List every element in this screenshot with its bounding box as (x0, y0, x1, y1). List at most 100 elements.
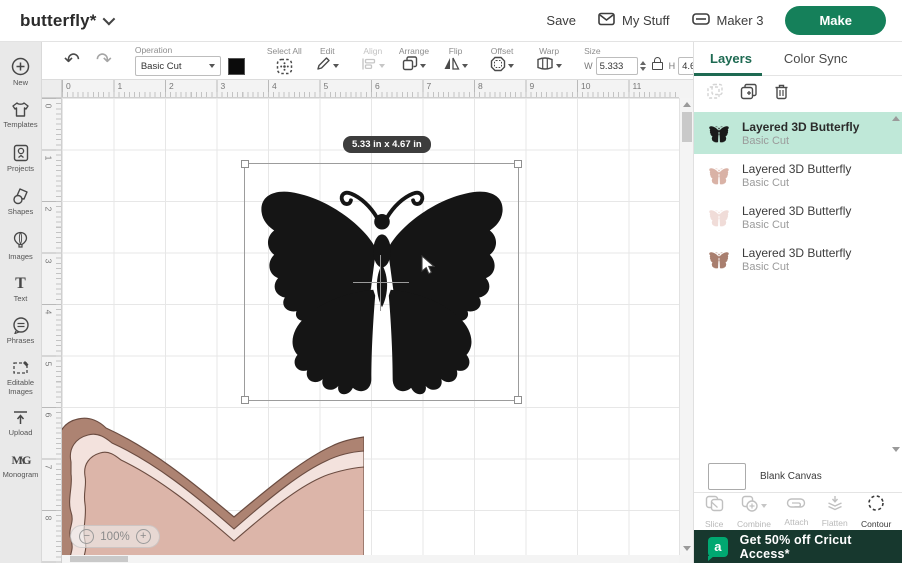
select-all-group[interactable]: Select All (260, 46, 309, 75)
attach-button: Attach (784, 496, 808, 527)
arrange-layers-icon (402, 56, 418, 76)
sidebar-label: New (12, 78, 28, 87)
warp-group[interactable]: Warp (529, 46, 569, 75)
ruler-label: 7 (43, 464, 54, 469)
combine-icon (741, 495, 759, 517)
width-label: W (584, 61, 593, 71)
design-canvas[interactable]: 5.33 in x 4.67 in − 100% + (62, 98, 679, 555)
scroll-down-arrow[interactable] (683, 546, 691, 551)
flip-icon (443, 56, 460, 76)
canvas-color-swatch[interactable] (708, 462, 746, 490)
contour-label: Contour (861, 519, 892, 529)
offset-group[interactable]: Offset (483, 46, 521, 75)
chevron-down-icon (462, 64, 469, 68)
sidebar-item-upload[interactable]: Upload (0, 405, 42, 443)
contour-icon (867, 494, 885, 517)
sidebar-item-monogram[interactable]: M\G Monogram (0, 447, 42, 485)
sidebar-item-phrases[interactable]: Phrases (0, 312, 42, 351)
machine-label: Maker 3 (716, 13, 764, 28)
layer-list-scrollbar[interactable] (890, 112, 902, 456)
layer-tools-bar: Slice Combine Attach Flatten Contour (694, 492, 902, 530)
edit-group[interactable]: Edit (309, 46, 346, 75)
lock-icon[interactable] (651, 57, 663, 70)
tab-layers[interactable]: Layers (694, 42, 768, 76)
selection-bounding-box[interactable] (241, 160, 522, 404)
sidebar-item-images[interactable]: Images (0, 226, 42, 267)
resize-handle-bottom-right[interactable] (514, 396, 522, 404)
scroll-down-arrow[interactable] (892, 447, 900, 452)
tab-color-sync[interactable]: Color Sync (768, 42, 864, 75)
group-icon (706, 83, 724, 105)
height-label: H (668, 61, 676, 71)
layer-row[interactable]: Layered 3D Butterfly Basic Cut (694, 196, 902, 238)
sidebar-item-projects[interactable]: Projects (0, 139, 42, 179)
scroll-up-arrow[interactable] (892, 116, 900, 121)
layer-thumbnail (708, 250, 730, 269)
ruler-label: 1 (43, 155, 54, 160)
resize-handle-top-left[interactable] (241, 160, 249, 168)
zoom-in-button[interactable]: + (135, 529, 151, 544)
make-button[interactable]: Make (785, 6, 886, 35)
align-icon (361, 57, 377, 76)
cricut-access-banner[interactable]: a Get 50% off Cricut Access* (694, 530, 902, 563)
zoom-control: − 100% + (70, 525, 160, 548)
layer-row[interactable]: Layered 3D Butterfly Basic Cut (694, 112, 902, 154)
ruler-label: 5 (43, 361, 54, 366)
arrange-group[interactable]: Arrange (392, 46, 436, 75)
width-input[interactable] (595, 57, 638, 75)
layer-thumbnail (708, 166, 730, 185)
hot-air-balloon-icon (13, 231, 28, 250)
warp-icon (536, 56, 554, 76)
plus-circle-icon (11, 57, 30, 76)
cutting-machine-icon (691, 13, 710, 28)
ruler-label: 8 (43, 515, 54, 521)
sidebar-item-text[interactable]: T Text (0, 270, 42, 309)
upload-arrow-icon (12, 410, 29, 426)
select-all-label: Select All (266, 46, 302, 56)
layer-name: Layered 3D Butterfly (742, 161, 852, 176)
duplicate-icon[interactable] (740, 83, 758, 105)
my-stuff-button[interactable]: My Stuff (598, 12, 670, 29)
canvas-horizontal-scrollbar[interactable] (62, 555, 679, 563)
layer-name: Layered 3D Butterfly (742, 203, 852, 218)
contour-button[interactable]: Contour (861, 494, 891, 529)
resize-handle-bottom-left[interactable] (241, 396, 249, 404)
layer-operation: Basic Cut (742, 260, 790, 273)
flip-group[interactable]: Flip (436, 46, 475, 75)
project-title-menu[interactable]: butterfly* (20, 11, 115, 31)
width-stepper[interactable] (639, 61, 646, 71)
resize-handle-top-right[interactable] (514, 160, 522, 168)
layer-row[interactable]: Layered 3D Butterfly Basic Cut (694, 238, 902, 280)
sidebar-item-editable-images[interactable]: Editable Images (0, 355, 42, 403)
layer-operation: Basic Cut (742, 176, 790, 189)
edit-toolbar: ↶ ↷ Operation Basic Cut Select All Edit (42, 42, 785, 80)
arrange-label: Arrange (398, 46, 430, 56)
ruler-label: 6 (43, 412, 54, 418)
flatten-icon (826, 495, 844, 516)
scrollbar-thumb[interactable] (70, 556, 128, 562)
blank-canvas-row: Blank Canvas (694, 460, 902, 492)
machine-select-button[interactable]: Maker 3 (691, 13, 764, 28)
operation-select[interactable]: Basic Cut (134, 56, 221, 76)
scrollbar-thumb[interactable] (682, 112, 692, 142)
ruler-label: 10 (581, 81, 591, 91)
attach-label: Attach (784, 517, 809, 527)
save-label: Save (546, 13, 577, 28)
flatten-button: Flatten (822, 495, 848, 528)
sidebar-item-templates[interactable]: Templates (0, 96, 42, 135)
ruler-label: 4 (272, 81, 277, 91)
trash-icon[interactable] (774, 83, 789, 105)
undo-button[interactable]: ↶ (56, 51, 88, 70)
sidebar-item-new[interactable]: New (0, 52, 42, 93)
text-icon: T (15, 274, 26, 292)
offset-label: Offset (490, 46, 514, 56)
layer-row[interactable]: Layered 3D Butterfly Basic Cut (694, 154, 902, 196)
sidebar-item-shapes[interactable]: Shapes (0, 182, 42, 222)
color-swatch[interactable] (227, 57, 245, 75)
canvas-vertical-scrollbar[interactable] (679, 98, 693, 555)
scroll-up-arrow[interactable] (683, 102, 691, 107)
ruler-label: 2 (43, 206, 54, 212)
zoom-out-button[interactable]: − (79, 529, 95, 544)
save-button[interactable]: Save (546, 13, 576, 28)
redo-button[interactable]: ↷ (88, 51, 120, 70)
